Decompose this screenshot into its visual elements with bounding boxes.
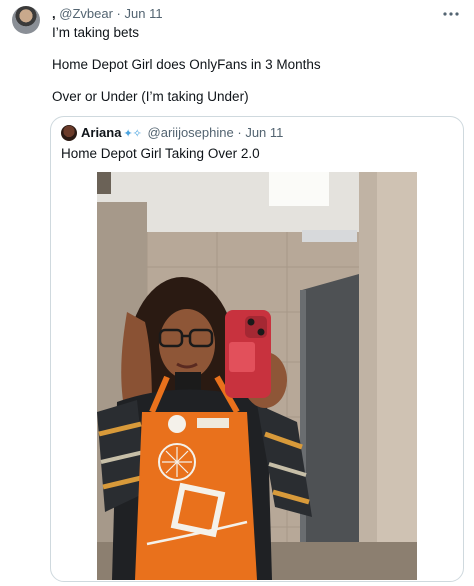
quoted-date[interactable]: Jun 11 [245,125,283,140]
quoted-separator: · [237,125,242,140]
more-horizontal-icon [443,12,459,16]
apron-name-tag [197,418,229,428]
quoted-header: Ariana ✦✧ @ariijosephine · Jun 11 [81,125,283,142]
quoted-author-name[interactable]: Ariana [81,125,121,140]
apron-badge [168,415,186,433]
apron-logo-rays [162,447,192,477]
quoted-avatar[interactable] [61,125,77,141]
tweet-text-line-3: Over or Under (I’m taking Under) [52,89,249,104]
tweet-text-line-1: I’m taking bets [52,25,140,40]
home-depot-logo-inner [177,489,219,531]
phone-card [229,342,255,372]
author-name[interactable]: , [52,6,56,21]
stall-top [302,230,357,242]
stall-edge [300,290,306,580]
author-handle[interactable]: @Zvbear [59,6,113,21]
tweet-text-line-2: Home Depot Girl does OnlyFans in 3 Month… [52,57,321,72]
sparkle-badge-icon: ✦✧ [123,128,142,140]
quoted-photo[interactable] [97,172,417,580]
phone-camera-module [245,316,267,338]
phone-lens-1 [247,318,255,326]
right-wall-shade [377,172,417,580]
quoted-tweet-card[interactable]: Ariana ✦✧ @ariijosephine · Jun 11 Home De… [50,116,464,582]
quoted-author-handle[interactable]: @ariijosephine [148,125,234,140]
more-options-button[interactable] [442,4,460,22]
wall-fixture [97,172,111,194]
quoted-text: Home Depot Girl Taking Over 2.0 [61,146,260,161]
phone-lens-2 [257,328,265,336]
tweet-header: , @Zvbear · Jun 11 [52,6,163,22]
stall-partition [302,274,359,580]
ceiling-light [269,172,329,206]
author-avatar[interactable] [12,6,40,34]
tweet-date[interactable]: Jun 11 [125,6,163,21]
header-separator: · [116,6,121,21]
